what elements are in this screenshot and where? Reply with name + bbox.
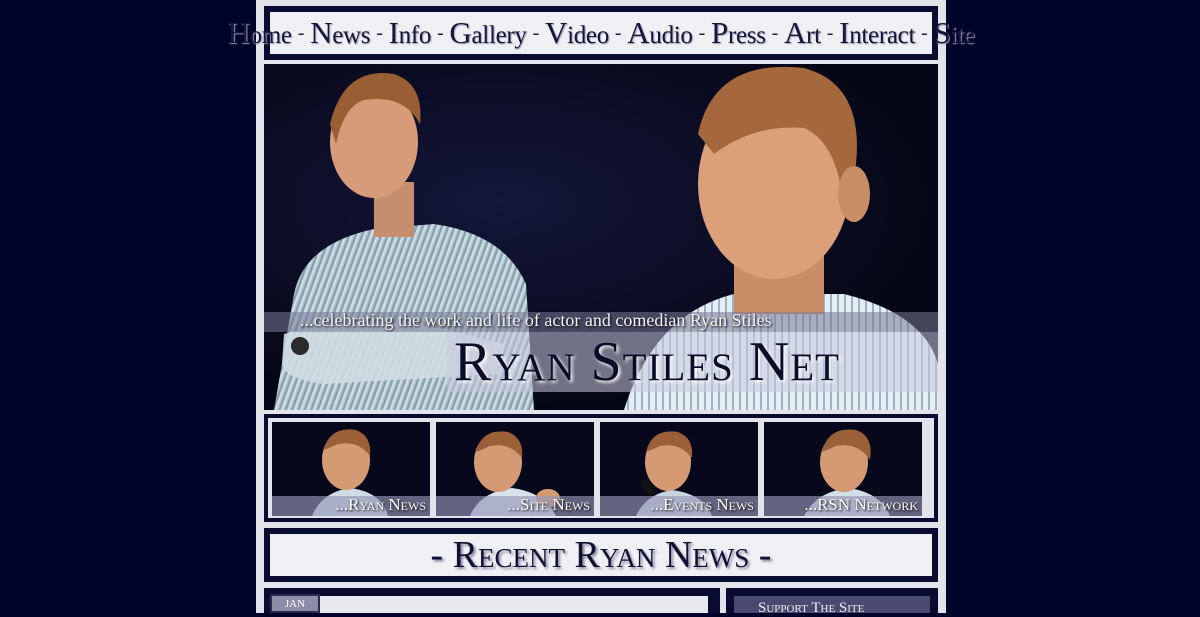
nav-info[interactable]: Info [389, 15, 432, 51]
nav-site[interactable]: Site [933, 15, 974, 51]
nav-separator: - [376, 21, 383, 44]
recent-news-frame: - Recent Ryan News - [264, 528, 938, 582]
sidebar-header: Support The Site [734, 596, 930, 616]
thumb-ryan-news[interactable]: ...Ryan News [272, 422, 430, 516]
nav-gallery[interactable]: Gallery [449, 15, 527, 51]
nav-art[interactable]: Art [784, 15, 821, 51]
main-nav-frame: Home - News - Info - Gallery - Video - A… [227, 6, 975, 60]
nav-separator: - [297, 21, 305, 44]
thumb-caption: ...Site News [507, 495, 590, 514]
thumb-caption: ...Ryan News [335, 495, 426, 514]
section-links-frame: ...Ryan News ...Site News ...Events News… [264, 414, 938, 522]
thumb-caption: ...Events News [650, 495, 754, 514]
sidebar-frame: Support The Site [726, 588, 938, 616]
nav-separator: - [921, 21, 928, 44]
thumb-caption: ...RSN Network [804, 495, 918, 514]
thumb-events-news[interactable]: ...Events News [600, 422, 758, 516]
thumb-rsn-network[interactable]: ...RSN Network [764, 422, 922, 516]
nav-video[interactable]: Video [545, 15, 609, 51]
nav-separator: - [698, 21, 706, 44]
date-badge: JAN [270, 594, 320, 613]
nav-separator: - [771, 21, 779, 44]
site-title[interactable]: Ryan Stiles Net [454, 330, 840, 394]
news-entry-frame: JAN [264, 588, 720, 613]
thumb-site-news[interactable]: ...Site News [436, 422, 594, 516]
header-banner: ...celebrating the work and life of acto… [264, 64, 938, 410]
nav-news[interactable]: News [310, 15, 370, 51]
main-nav: Home - News - Info - Gallery - Video - A… [227, 12, 975, 54]
nav-separator: - [826, 21, 834, 44]
nav-press[interactable]: Press [711, 15, 766, 51]
recent-news-heading: - Recent Ryan News - [270, 534, 932, 576]
nav-separator: - [532, 21, 540, 44]
site-tagline: ...celebrating the work and life of acto… [300, 310, 772, 330]
news-entry [276, 596, 708, 613]
section-links: ...Ryan News ...Site News ...Events News… [268, 418, 934, 518]
nav-separator: - [437, 21, 444, 44]
page-frame: Home - News - Info - Gallery - Video - A… [227, 0, 975, 616]
nav-audio[interactable]: Audio [627, 15, 693, 51]
nav-home[interactable]: Home [227, 15, 292, 51]
sidebar-title: Support The Site [758, 600, 865, 616]
nav-interact[interactable]: Interact [839, 15, 915, 51]
nav-separator: - [614, 21, 622, 44]
